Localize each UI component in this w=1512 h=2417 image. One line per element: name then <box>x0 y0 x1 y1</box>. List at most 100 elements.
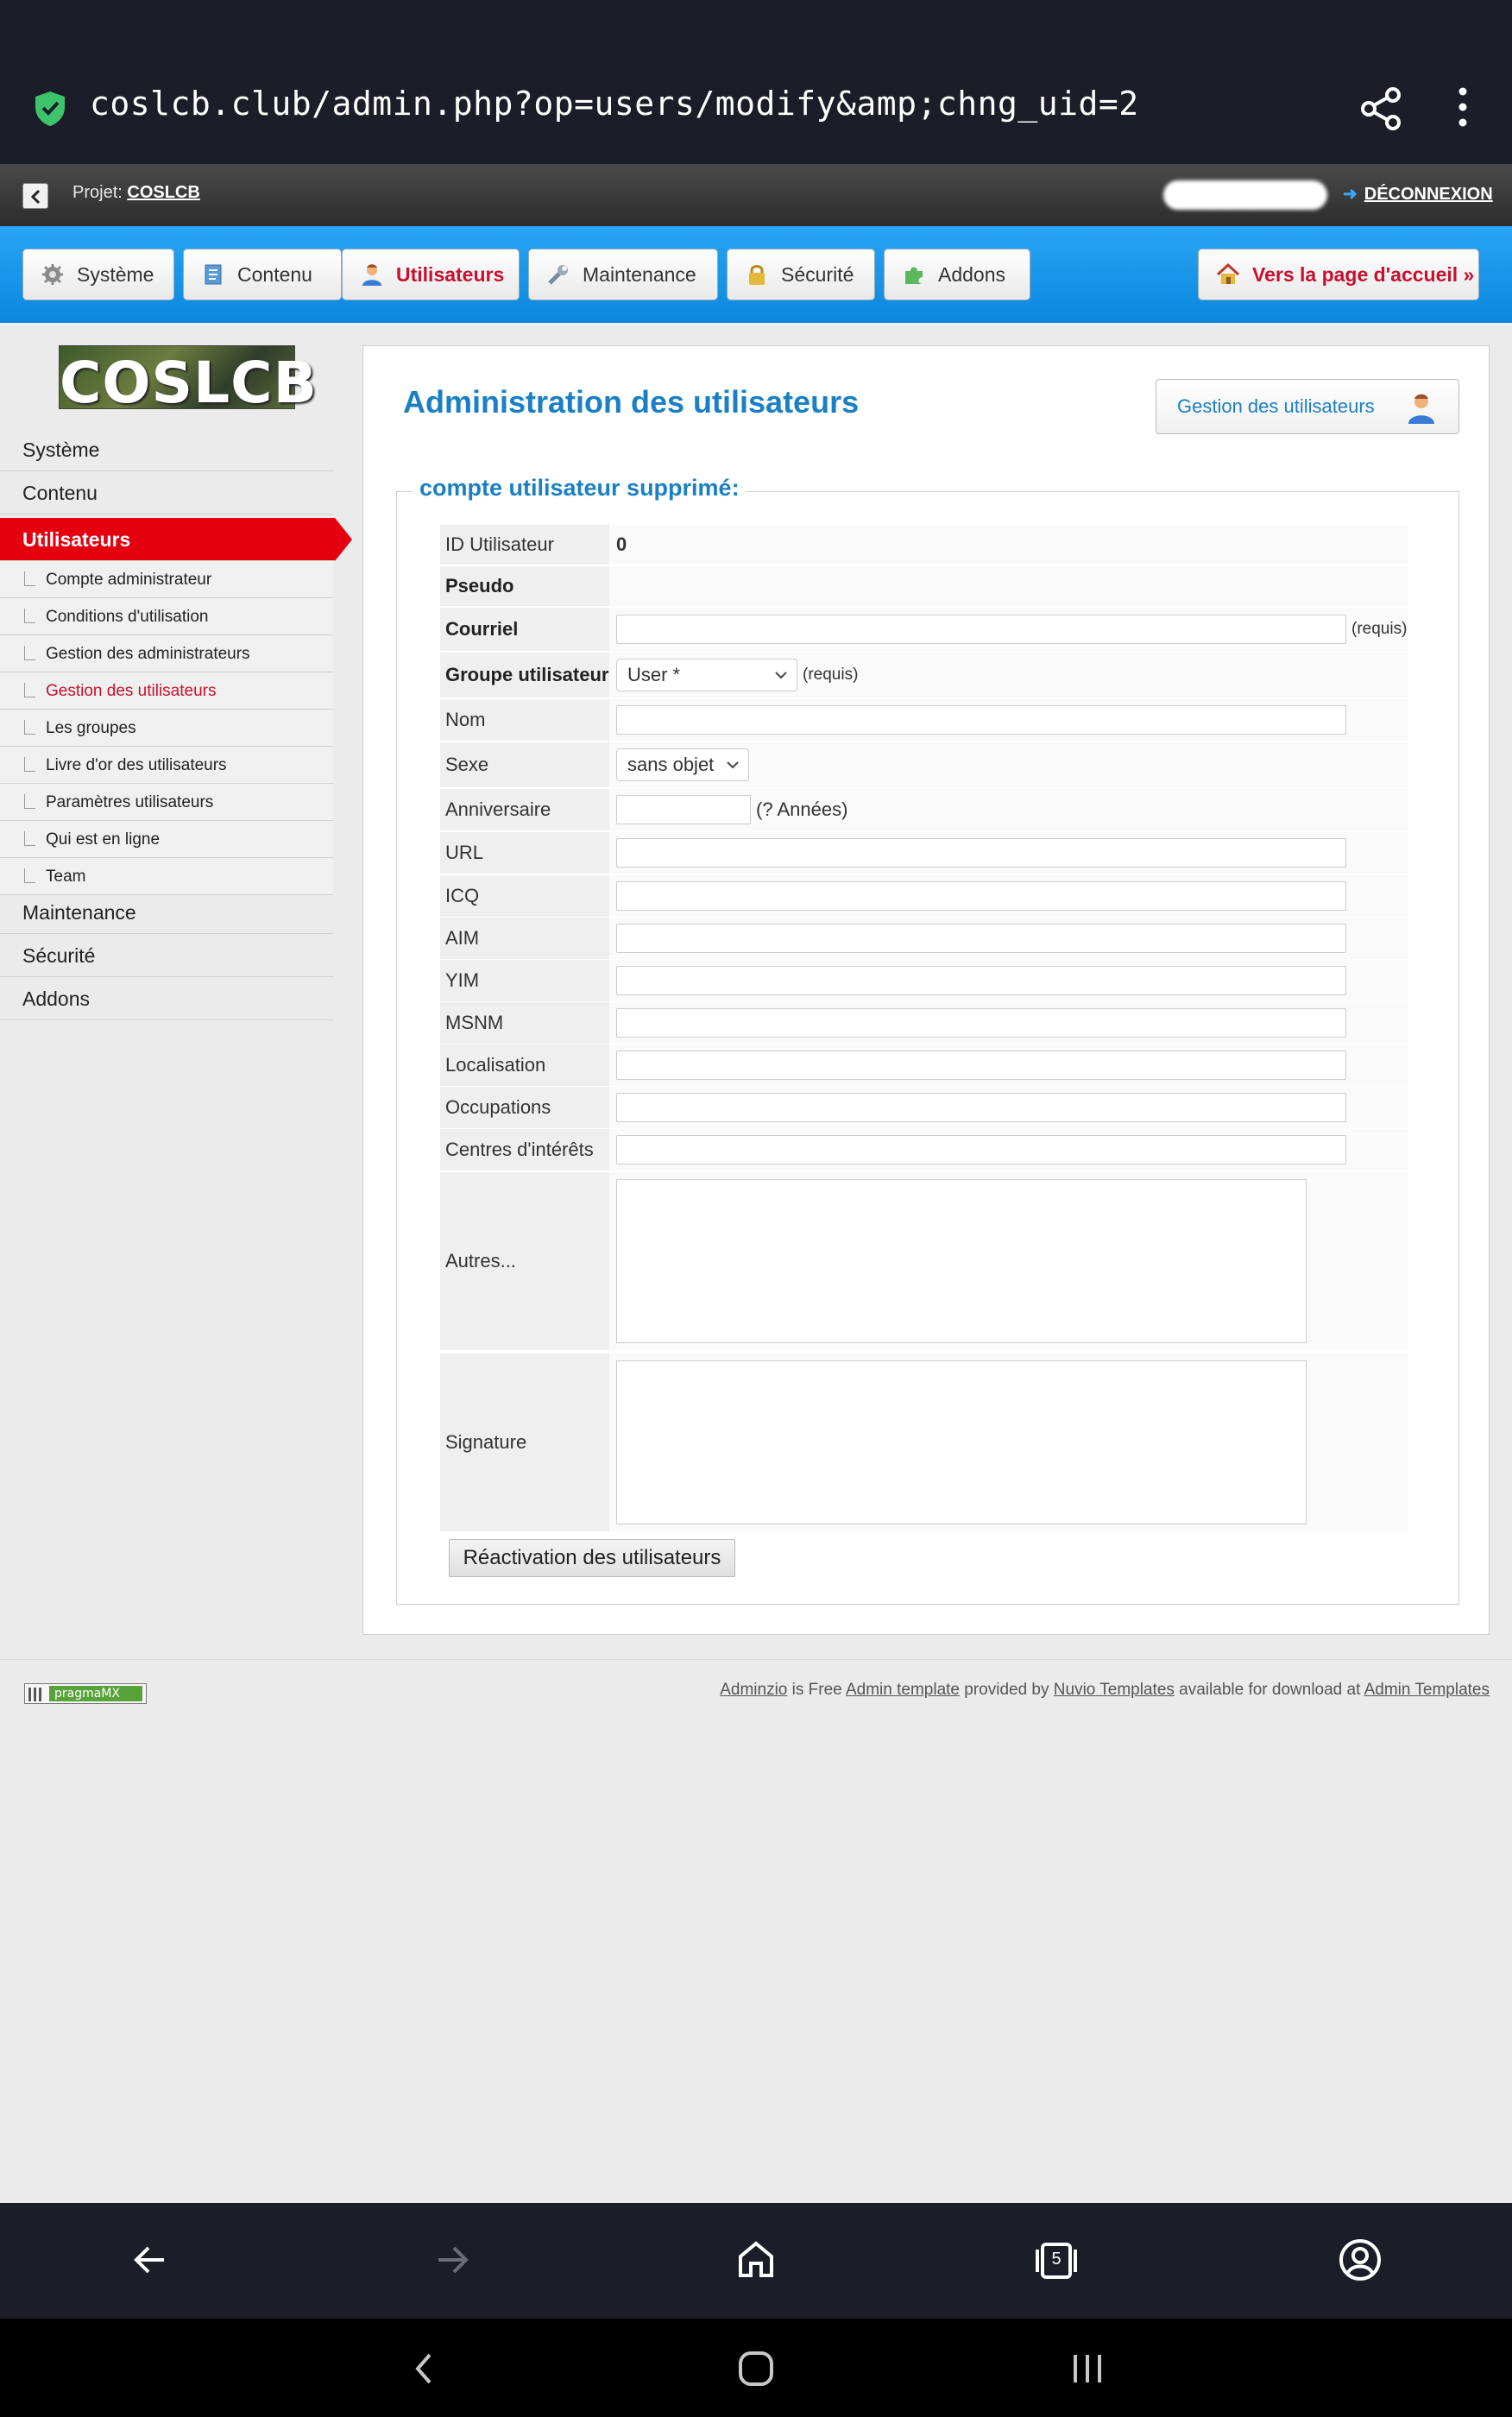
yim-field[interactable] <box>616 966 1346 995</box>
sidebar-subitem-gestion-utilisateurs[interactable]: Gestion des utilisateurs <box>0 672 333 710</box>
sidebar-subitem-compte-administrateur[interactable]: Compte administrateur <box>0 561 333 598</box>
field-label: ID Utilisateur <box>440 525 609 565</box>
row-url: URL <box>440 832 1408 874</box>
msnm-field[interactable] <box>616 1008 1346 1038</box>
wrench-icon <box>548 265 568 285</box>
homepage-button[interactable]: Vers la page d'accueil » <box>1198 249 1479 300</box>
document-icon <box>205 264 222 285</box>
sidebar-subitem-team[interactable]: Team <box>0 858 333 895</box>
nav-addons[interactable]: Addons <box>884 249 1030 300</box>
row-icq: ICQ <box>440 875 1408 917</box>
birthday-field[interactable] <box>616 795 751 824</box>
logo-text: COSLCB <box>60 350 318 416</box>
row-pseudo: Pseudo <box>440 566 1408 606</box>
badge-grid-icon <box>28 1688 44 1701</box>
msnm-cell <box>609 1002 1408 1044</box>
sidebar-item-systeme[interactable]: Système <box>0 428 333 471</box>
home-icon <box>1216 262 1240 284</box>
project-bar: Projet: COSLCB ➜ DÉCONNEXION <box>0 164 1512 226</box>
row-occupation: Occupations <box>440 1087 1408 1128</box>
more-vert-icon[interactable] <box>1450 85 1476 129</box>
chevron-left-icon <box>30 189 41 205</box>
sidebar-item-maintenance[interactable]: Maintenance <box>0 891 333 934</box>
aim-cell <box>609 918 1408 959</box>
group-select[interactable]: User * <box>616 659 797 691</box>
nav-maintenance[interactable]: Maintenance <box>528 249 718 300</box>
recent-apps-icon[interactable] <box>1063 2344 1112 2393</box>
group-cell: User * (requis) <box>609 653 1408 697</box>
lock-icon <box>749 265 765 285</box>
field-label: Courriel <box>440 608 609 651</box>
tabs-count: 5 <box>1051 2250 1062 2269</box>
row-signature: Signature <box>440 1354 1408 1531</box>
signature-textarea[interactable] <box>616 1360 1307 1524</box>
sidebar-subitem-qui-en-ligne[interactable]: Qui est en ligne <box>0 821 333 858</box>
project-link[interactable]: COSLCB <box>127 183 199 202</box>
home-icon[interactable] <box>730 2234 782 2286</box>
sidebar-subitem-parametres[interactable]: Paramètres utilisateurs <box>0 784 333 821</box>
other-textarea[interactable] <box>616 1179 1307 1343</box>
arrow-right-icon: ➜ <box>1343 185 1358 204</box>
nav-contenu[interactable]: Contenu <box>183 249 342 300</box>
row-interests: Centres d'intérêts <box>440 1129 1408 1171</box>
sidebar-subitem-livre-or[interactable]: Livre d'or des utilisateurs <box>0 747 333 784</box>
account-icon[interactable] <box>1334 2234 1386 2286</box>
sidebar-item-addons[interactable]: Addons <box>0 977 333 1020</box>
nav-securite[interactable]: Sécurité <box>727 249 875 300</box>
nav-label: Contenu <box>237 262 312 286</box>
system-nav-bar <box>0 2319 1512 2417</box>
nav-systeme[interactable]: Système <box>22 249 174 300</box>
nav-label: Système <box>77 262 154 286</box>
back-arrow-icon[interactable] <box>124 2234 176 2286</box>
address-field[interactable]: coslcb.club/admin.php?op=users/modify&am… <box>90 85 1139 123</box>
row-group: Groupe utilisateur User * (requis) <box>440 653 1408 697</box>
occupation-cell <box>609 1087 1408 1128</box>
nav-label: Maintenance <box>583 262 696 286</box>
location-cell <box>609 1044 1408 1086</box>
sidebar-subitem-groupes[interactable]: Les groupes <box>0 710 333 747</box>
admin-templates-link[interactable]: Admin Templates <box>1364 1681 1490 1699</box>
credit-text: is Free <box>787 1681 846 1699</box>
occupation-field[interactable] <box>616 1093 1346 1122</box>
adminzio-link[interactable]: Adminzio <box>720 1681 787 1699</box>
collapse-button[interactable] <box>22 183 48 209</box>
reactivate-users-button[interactable]: Réactivation des utilisateurs <box>449 1539 735 1577</box>
field-label: Pseudo <box>440 566 609 606</box>
pragmamx-badge[interactable]: pragmaMX <box>24 1683 147 1704</box>
icq-field[interactable] <box>616 881 1346 911</box>
interests-field[interactable] <box>616 1135 1346 1164</box>
tabs-button[interactable]: 5 <box>1030 2234 1082 2286</box>
sidebar-item-utilisateurs[interactable]: Utilisateurs <box>0 518 352 561</box>
yim-cell <box>609 960 1408 1001</box>
aim-field[interactable] <box>616 924 1346 953</box>
nav-label: Addons <box>938 262 1006 286</box>
sidebar-subitem-gestion-admins[interactable]: Gestion des administrateurs <box>0 635 333 672</box>
location-field[interactable] <box>616 1051 1346 1080</box>
credit-text: provided by <box>959 1681 1054 1699</box>
row-birthday: Anniversaire (? Années) <box>440 789 1408 830</box>
nuvio-link[interactable]: Nuvio Templates <box>1054 1681 1175 1699</box>
email-cell: (requis) <box>609 608 1408 651</box>
sidebar-item-contenu[interactable]: Contenu <box>0 471 333 514</box>
nav-utilisateurs[interactable]: Utilisateurs <box>342 249 520 300</box>
admin-template-link[interactable]: Admin template <box>846 1681 960 1699</box>
name-field[interactable] <box>616 705 1346 735</box>
forward-arrow-icon[interactable] <box>426 2234 478 2286</box>
field-label: Occupations <box>440 1087 609 1128</box>
email-field[interactable] <box>616 615 1346 644</box>
field-label: URL <box>440 832 609 874</box>
sex-select[interactable]: sans objet <box>616 748 749 781</box>
share-icon[interactable] <box>1358 86 1403 131</box>
url-field[interactable] <box>616 838 1346 868</box>
site-logo[interactable]: COSLCB <box>59 345 317 416</box>
credit-text: available for download at <box>1174 1681 1364 1699</box>
logout-link[interactable]: ➜ DÉCONNEXION <box>1343 183 1493 205</box>
sidebar-item-securite[interactable]: Sécurité <box>0 934 333 977</box>
browser-toolbar: 5 <box>0 2203 1512 2319</box>
row-aim: AIM <box>440 918 1408 959</box>
sidebar-subitem-conditions[interactable]: Conditions d'utilisation <box>0 598 333 635</box>
row-id: ID Utilisateur 0 <box>440 525 1408 565</box>
row-sex: Sexe sans objet <box>440 742 1408 787</box>
chevron-left-icon[interactable] <box>400 2344 449 2393</box>
home-circle-icon[interactable] <box>732 2344 780 2393</box>
